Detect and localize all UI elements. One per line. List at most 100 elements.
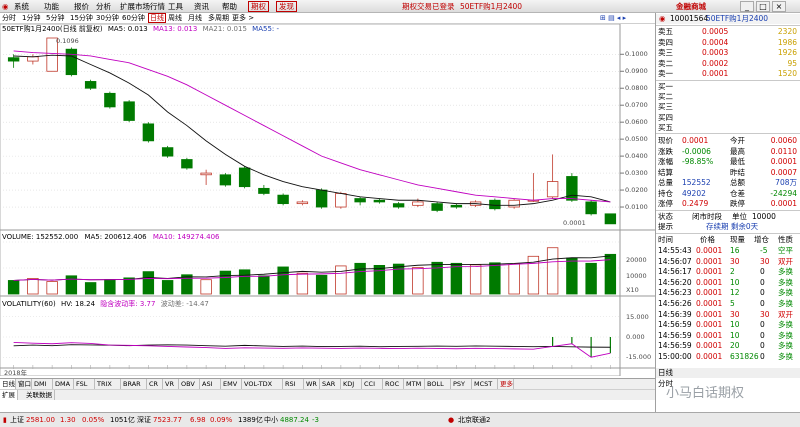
indicator-tab-21[interactable]: PSY: [451, 379, 472, 389]
period-tab-1min[interactable]: 1分钟: [22, 13, 40, 23]
volume-bar: [373, 264, 386, 295]
panel-tab-daily[interactable]: 日线: [658, 368, 673, 378]
ask-price[interactable]: 0.0005: [702, 27, 728, 37]
candle-body: [508, 199, 520, 208]
trade-oi-change: 0: [760, 299, 765, 308]
indicator-tab-10[interactable]: ASI: [200, 379, 221, 389]
trade-header-qty: 现量: [730, 235, 745, 244]
menu-system[interactable]: 系统: [14, 1, 29, 12]
menu-discover[interactable]: 发现: [276, 1, 297, 12]
indicator-tabs: 日线 窗口 DMI DMA FSL TRIX BRAR CR VR OBV ASI EMV VOL-TD…: [0, 378, 655, 389]
chart-area[interactable]: 50ETF购1月2400(日线 前复权) MA5: 0.013 MA13: 0.…: [0, 24, 655, 377]
trade-oi-change: 0: [760, 288, 765, 298]
menu-news[interactable]: 资讯: [194, 1, 209, 12]
period-tab-15min[interactable]: 15分钟: [70, 13, 93, 23]
menu-options[interactable]: 期权: [248, 1, 269, 12]
indicator-tab-15[interactable]: SAR: [320, 379, 341, 389]
ask-volume: 1520: [777, 69, 797, 78]
sz-value: 7523.77: [153, 416, 182, 424]
trade-qty: 10: [730, 330, 740, 340]
stat-row-4: 总量 152552 总额 708万: [656, 178, 800, 188]
zx-label[interactable]: 中小: [264, 415, 278, 426]
app-logo-icon: ◉: [2, 2, 9, 11]
sh-change: 1.30: [60, 416, 76, 424]
ask-row-0: 卖五 0.0005 2320: [656, 27, 800, 37]
indicator-tab-14[interactable]: WR: [304, 379, 320, 389]
menu-function[interactable]: 功能: [44, 1, 59, 12]
indicator-tab-3[interactable]: DMA: [53, 379, 74, 389]
menu-tools[interactable]: 工具: [168, 1, 183, 12]
indicator-tab-8[interactable]: VR: [163, 379, 179, 389]
trade-qty: 5: [730, 299, 735, 308]
volatility-tick-label: 0.000: [626, 333, 645, 341]
trade-oi-change: 0: [760, 267, 765, 277]
ask-volume: 1926: [777, 48, 797, 57]
volume-bar: [142, 271, 155, 295]
stat-label: 现价: [658, 136, 673, 145]
tab-expand[interactable]: 扩展: [0, 390, 18, 400]
indicator-tab-1[interactable]: 窗口: [16, 379, 32, 389]
menu-extended-market[interactable]: 扩展市场行情: [120, 1, 165, 12]
trade-qty: 12: [730, 288, 740, 298]
period-tab-daily[interactable]: 日线: [148, 13, 166, 23]
watermark: 小马白话期权: [666, 386, 745, 401]
indicator-tab-7[interactable]: CR: [147, 379, 163, 389]
indicator-tab-17[interactable]: CCI: [362, 379, 383, 389]
indicator-tab-6[interactable]: BRAR: [121, 379, 147, 389]
sz-pct: 0.09%: [210, 416, 233, 424]
indicator-tab-23[interactable]: 更多: [498, 379, 514, 389]
volatility-tick-label: 15.000: [626, 312, 649, 321]
tab-related-data[interactable]: 关联数据: [24, 390, 55, 400]
toolbar-icons[interactable]: ⊞ ▤ ◂ ▸: [600, 13, 626, 23]
quote-header: ◉ 10001564 50ETF购1月2400: [656, 14, 800, 24]
period-tab-multi[interactable]: 多周期: [208, 13, 229, 23]
sh-label[interactable]: 上证: [10, 415, 24, 426]
indicator-tab-4[interactable]: FSL: [74, 379, 95, 389]
indicator-tab-18[interactable]: ROC: [383, 379, 404, 389]
menu-quote[interactable]: 报价: [74, 1, 89, 12]
period-tab-monthly[interactable]: 月线: [188, 13, 202, 23]
stat-row-5: 持仓 49202 仓差 -24294: [656, 189, 800, 199]
indicator-tab-22[interactable]: MCST: [472, 379, 498, 389]
indicator-tab-20[interactable]: BOLL: [425, 379, 451, 389]
kline-chart[interactable]: [0, 24, 655, 376]
indicator-tab-16[interactable]: KDJ: [341, 379, 362, 389]
ask-price[interactable]: 0.0002: [702, 59, 728, 69]
period-tab-30min[interactable]: 30分钟: [96, 13, 119, 23]
stat-row-0: 现价 0.0001 今开 0.0060: [656, 136, 800, 146]
sh-index-icon: ▮: [3, 416, 7, 424]
indicator-tab-9[interactable]: OBV: [179, 379, 200, 389]
bid-level-label: 买三: [658, 102, 673, 112]
close-button[interactable]: ×: [772, 1, 786, 12]
trade-header-row: 时间 价格 现量 增仓 性质: [656, 235, 800, 245]
period-tab-intraday[interactable]: 分时: [2, 13, 16, 23]
minimize-button[interactable]: _: [740, 1, 754, 12]
indicator-tab-19[interactable]: MTM: [404, 379, 425, 389]
mall-link[interactable]: 金融商城: [676, 1, 706, 12]
period-tab-5min[interactable]: 5分钟: [46, 13, 64, 23]
period-tab-weekly[interactable]: 周线: [168, 13, 182, 23]
maximize-button[interactable]: □: [756, 1, 770, 12]
ask-price[interactable]: 0.0004: [702, 38, 728, 48]
sz-label[interactable]: 深证: [137, 415, 151, 426]
period-tab-60min[interactable]: 60分钟: [122, 13, 145, 23]
indicator-tab-12[interactable]: VOL-TDX: [242, 379, 283, 389]
indicator-tab-0[interactable]: 日线: [0, 379, 16, 389]
indicator-tab-2[interactable]: DMI: [32, 379, 53, 389]
trade-time: 15:00:00: [658, 352, 692, 361]
stat-row-2: 涨幅 -98.85% 最低 0.0001: [656, 157, 800, 167]
volume-bar: [238, 269, 251, 295]
ask-price[interactable]: 0.0003: [702, 48, 728, 58]
ask-price[interactable]: 0.0001: [702, 69, 728, 79]
menu-analysis[interactable]: 分析: [96, 1, 111, 12]
stat-label: 涨停: [658, 199, 673, 208]
volume-bar: [181, 274, 193, 295]
candle-body: [373, 199, 386, 203]
indicator-tab-11[interactable]: EMV: [221, 379, 242, 389]
menu-help[interactable]: 帮助: [222, 1, 237, 12]
indicator-tab-5[interactable]: TRIX: [95, 379, 121, 389]
period-tab-more[interactable]: 更多 >: [232, 13, 254, 23]
ask-row-2: 卖三 0.0003 1926: [656, 48, 800, 58]
indicator-tab-13[interactable]: RSI: [283, 379, 304, 389]
trade-price: 0.0001: [696, 330, 723, 340]
